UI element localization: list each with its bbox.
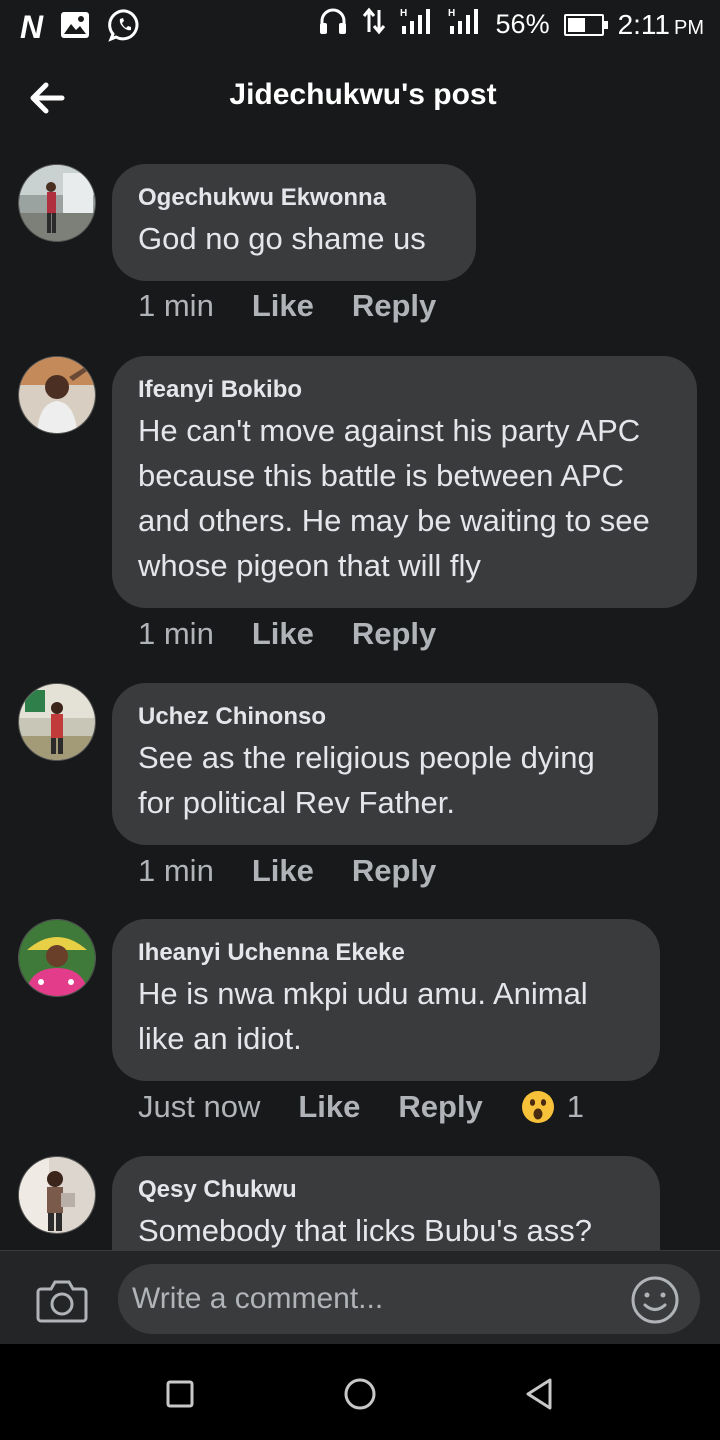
comment-actions: 1 min Like Reply [138, 288, 474, 324]
data-arrows-icon [362, 6, 386, 43]
comment-bubble[interactable]: Ifeanyi Bokibo He can't move against his… [112, 356, 697, 608]
reaction-summary[interactable]: 1 [521, 1089, 584, 1125]
n-icon: N [20, 9, 43, 45]
like-button[interactable]: Like [252, 616, 314, 652]
comment-list[interactable]: Ogechukwu Ekwonna God no go shame us 1 m… [0, 146, 720, 1252]
reply-button[interactable]: Reply [352, 288, 436, 324]
comment-actions: 1 min Like Reply [138, 853, 474, 889]
headphones-icon [318, 6, 348, 43]
comment-time: 1 min [138, 288, 214, 323]
reply-button[interactable]: Reply [352, 616, 436, 652]
home-circle-icon [344, 1378, 376, 1410]
like-button[interactable]: Like [298, 1089, 360, 1125]
camera-icon [36, 1280, 88, 1323]
clock-ampm: PM [674, 16, 704, 39]
comment-bubble[interactable]: Qesy Chukwu Somebody that licks Bubu's a… [112, 1156, 660, 1252]
reaction-count: 1 [566, 1089, 585, 1124]
avatar[interactable] [18, 164, 96, 242]
back-nav-button[interactable] [520, 1374, 560, 1414]
gallery-icon [60, 11, 90, 44]
comment-text: Somebody that licks Bubu's ass? [138, 1213, 592, 1248]
clock: 2:11 PM [618, 9, 704, 41]
wow-emoji-icon [521, 1091, 554, 1123]
comment-text: God no go shame us [138, 221, 426, 256]
avatar[interactable] [18, 683, 96, 761]
comment-actions: 1 min Like Reply [138, 616, 474, 652]
comment-author[interactable]: Uchez Chinonso [138, 701, 632, 733]
emoji-button[interactable] [630, 1275, 680, 1325]
comment-text: He is nwa mkpi udu amu. Animal like an i… [138, 976, 588, 1056]
signal-icon: H [448, 6, 482, 43]
status-bar: N H H 56% 2:11 PM [0, 0, 720, 50]
battery-percent: 56% [495, 9, 550, 39]
comment-bubble[interactable]: Uchez Chinonso See as the religious peop… [112, 683, 658, 845]
svg-text:H: H [400, 8, 407, 19]
like-button[interactable]: Like [252, 853, 314, 889]
comment-time: Just now [138, 1089, 261, 1124]
comment-text: See as the religious people dying for po… [138, 740, 595, 820]
header: Jidechukwu's post [0, 50, 720, 146]
comment-author[interactable]: Ogechukwu Ekwonna [138, 182, 450, 214]
clock-time: 2:11 [617, 8, 670, 40]
comment-text: He can't move against his party APC beca… [138, 413, 650, 583]
home-button[interactable] [340, 1374, 380, 1414]
recents-button[interactable] [160, 1374, 200, 1414]
svg-text:H: H [448, 8, 455, 19]
avatar[interactable] [18, 919, 96, 997]
comment-input[interactable] [118, 1264, 700, 1334]
smiley-icon [631, 1276, 679, 1324]
comment-time: 1 min [138, 616, 214, 651]
like-button[interactable]: Like [252, 288, 314, 324]
system-nav-bar [0, 1344, 720, 1440]
reply-button[interactable]: Reply [398, 1089, 482, 1125]
comment-actions: Just now Like Reply 1 [138, 1089, 584, 1125]
comment-composer [0, 1250, 720, 1345]
signal-icon: H [400, 6, 434, 43]
comment-author[interactable]: Iheanyi Uchenna Ekeke [138, 937, 634, 969]
comment-bubble[interactable]: Iheanyi Uchenna Ekeke He is nwa mkpi udu… [112, 919, 660, 1081]
avatar[interactable] [18, 356, 96, 434]
comment-time: 1 min [138, 853, 214, 888]
avatar[interactable] [18, 1156, 96, 1234]
camera-button[interactable] [36, 1277, 88, 1323]
battery-icon [563, 13, 608, 36]
recents-square-icon [166, 1380, 194, 1408]
page-title: Jidechukwu's post [229, 78, 497, 111]
back-triangle-icon [526, 1378, 552, 1410]
comment-bubble[interactable]: Ogechukwu Ekwonna God no go shame us [112, 164, 476, 281]
reply-button[interactable]: Reply [352, 853, 436, 889]
whatsapp-icon [108, 8, 142, 47]
comment-author[interactable]: Qesy Chukwu [138, 1174, 634, 1206]
comment-author[interactable]: Ifeanyi Bokibo [138, 374, 671, 406]
